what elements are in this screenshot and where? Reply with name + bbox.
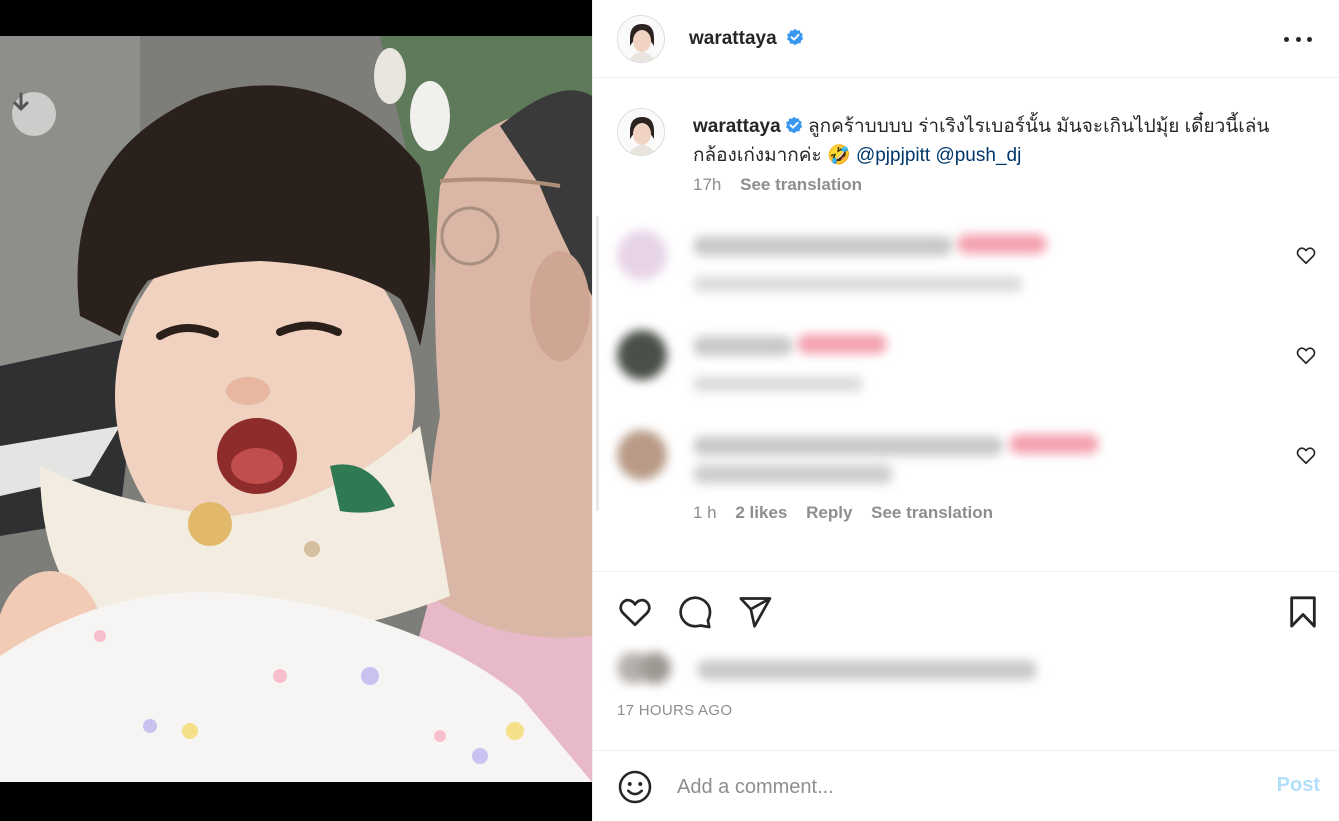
liked-by-row[interactable] [617,648,1317,692]
mention-link[interactable]: @push_dj [935,145,1021,166]
avatar-image [618,109,664,155]
download-button[interactable] [12,92,56,136]
username-text[interactable]: warattaya [689,28,777,49]
post-timestamp[interactable]: 17 HOURS AGO [617,702,732,719]
caption-meta: 17h See translation [693,175,862,195]
post-comment-button[interactable]: Post [1277,774,1320,797]
photo-illustration [0,36,592,782]
comment-meta: 1 h 2 likes Reply See translation [693,503,1007,523]
blurred-emoji [957,234,1047,254]
blurred-emoji [797,334,887,354]
liker-avatar[interactable] [639,652,671,684]
caption-time[interactable]: 17h [693,175,721,194]
commenter-avatar[interactable] [617,430,667,480]
avatar[interactable] [617,15,665,63]
comment-time[interactable]: 1 h [693,503,717,522]
comment-button[interactable] [675,592,715,632]
post-actions-bar [593,571,1339,649]
post-header: warattaya [593,0,1339,78]
bookmark-icon [1290,596,1316,628]
heart-outline-icon[interactable] [1295,344,1317,366]
blurred-comment-text [693,436,1003,456]
download-arrow-icon [13,92,29,111]
commenter-avatar[interactable] [617,230,667,280]
heart-outline-icon[interactable] [1295,444,1317,466]
share-button[interactable] [735,592,775,632]
add-comment-bar: Post [593,750,1339,821]
comments-list[interactable]: 1 h 2 likes Reply See translation [593,210,1339,570]
caption-avatar[interactable] [617,108,665,156]
heart-outline-icon [619,598,651,627]
blurred-emoji [1009,434,1099,454]
mention-link[interactable]: @pjpjpitt [856,145,930,166]
reply-button[interactable]: Reply [806,503,852,522]
post-photo[interactable] [0,36,592,782]
comment-input[interactable] [677,771,1237,803]
paper-plane-icon [739,597,772,628]
more-horizontal-icon [1284,36,1289,42]
see-translation-button[interactable]: See translation [871,503,993,522]
blurred-comment-text [693,336,793,356]
post-author-username[interactable]: warattaya [689,28,804,50]
caption-username[interactable]: warattaya [693,116,781,137]
comments-scrollbar[interactable] [596,216,599,511]
blurred-comment-meta [693,376,863,392]
media-pane [0,0,592,821]
save-button[interactable] [1283,592,1323,632]
blurred-comment-meta [693,276,1023,292]
like-button[interactable] [615,592,655,632]
comment-likes[interactable]: 2 likes [735,503,787,522]
smiley-icon [618,770,652,804]
post-side-panel: warattaya warattaya ลูกคร้าบบบบ ร่าเริงไ… [592,0,1339,821]
caption-text: warattaya ลูกคร้าบบบบ ร่าเริงไรเบอร์นั้น… [693,112,1313,170]
see-translation-button[interactable]: See translation [740,175,862,194]
instagram-post-modal: warattaya warattaya ลูกคร้าบบบบ ร่าเริงไ… [0,0,1339,821]
more-options-button[interactable] [1284,28,1312,50]
speech-bubble-icon [679,596,712,629]
blurred-comment-text [693,236,953,256]
heart-outline-icon[interactable] [1295,244,1317,266]
avatar-image [618,16,664,62]
blurred-comment-text [693,464,893,484]
blurred-liked-by-text [697,660,1037,680]
verified-badge-icon [785,116,802,134]
commenter-avatar[interactable] [617,330,667,380]
emoji-button[interactable] [615,767,655,807]
verified-badge-icon [786,28,804,46]
